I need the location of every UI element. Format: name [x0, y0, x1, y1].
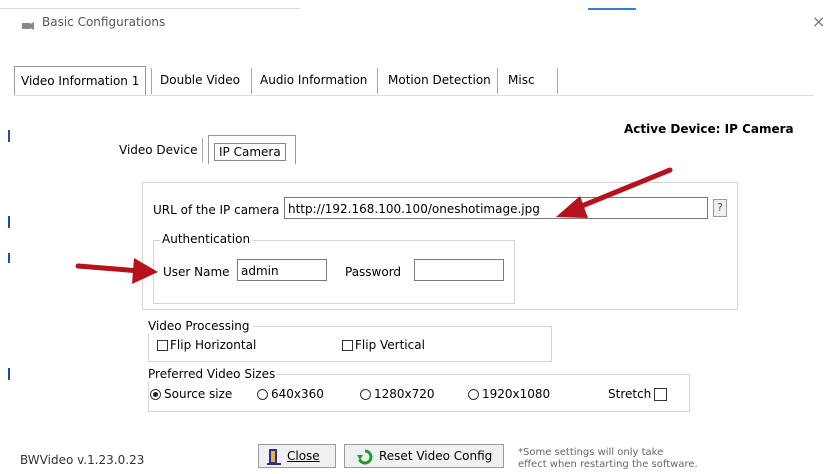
edge-marker: [8, 253, 10, 263]
subtab-video-device[interactable]: Video Device: [119, 143, 197, 157]
tab-motion-detection[interactable]: Motion Detection: [382, 66, 497, 94]
tab-separator: [557, 68, 558, 94]
video-sizes-legend: Preferred Video Sizes: [148, 367, 278, 381]
tab-separator: [151, 68, 152, 94]
640x360-label: 640x360: [271, 387, 324, 401]
source-size-radio[interactable]: [150, 389, 161, 400]
640x360-radio[interactable]: [257, 389, 268, 400]
door-icon: [267, 448, 281, 468]
authentication-legend: Authentication: [160, 232, 253, 246]
reset-button-label: Reset Video Config: [379, 449, 493, 463]
stretch-checkbox[interactable]: [654, 388, 667, 401]
flip-vertical-label: Flip Vertical: [355, 338, 425, 352]
edge-marker: [8, 216, 10, 228]
window-title: Basic Configurations: [42, 15, 166, 29]
help-button[interactable]: ?: [713, 199, 727, 217]
flip-vertical-checkbox[interactable]: [342, 340, 353, 351]
edge-marker: [8, 368, 10, 380]
annotation-arrow-username: [75, 258, 158, 284]
tab-separator: [251, 68, 252, 94]
tab-separator: [377, 68, 378, 94]
password-input[interactable]: [414, 259, 504, 281]
version-label: BWVideo v.1.23.0.23: [20, 453, 145, 467]
active-device-label: Active Device: IP Camera: [624, 122, 794, 136]
refresh-icon: [357, 449, 373, 468]
reset-video-config-button[interactable]: Reset Video Config: [344, 444, 504, 468]
tab-double-video[interactable]: Double Video: [154, 66, 246, 94]
close-window-icon[interactable]: ×: [812, 12, 825, 31]
user-name-label: User Name: [163, 265, 230, 279]
close-button[interactable]: Close: [258, 444, 336, 468]
blue-accent: [588, 8, 636, 10]
1920x1080-label: 1920x1080: [482, 387, 551, 401]
password-label: Password: [345, 265, 402, 279]
user-name-input[interactable]: admin: [237, 259, 327, 281]
restart-note-line1: *Some settings will only take: [518, 447, 664, 458]
close-button-label: Close: [287, 449, 320, 463]
tab-audio-information[interactable]: Audio Information: [254, 66, 373, 94]
flip-horizontal-label: Flip Horizontal: [170, 338, 257, 352]
stretch-label: Stretch: [608, 387, 652, 401]
1280x720-label: 1280x720: [374, 387, 435, 401]
tab-video-information-1[interactable]: Video Information 1: [14, 66, 147, 95]
subtab-separator: [202, 138, 203, 162]
restart-note-line2: effect when restarting the software.: [518, 459, 698, 470]
annotation-arrow-url: [556, 167, 673, 218]
flip-horizontal-checkbox[interactable]: [157, 340, 168, 351]
app-icon: [22, 19, 34, 30]
1280x720-radio[interactable]: [360, 389, 371, 400]
1920x1080-radio[interactable]: [468, 389, 479, 400]
tab-separator: [497, 68, 498, 94]
url-label: URL of the IP camera: [153, 203, 280, 217]
subtab-ip-camera[interactable]: IP Camera: [214, 143, 286, 161]
edge-marker: [8, 130, 10, 142]
source-size-label: Source size: [164, 387, 233, 401]
top-border: [0, 8, 300, 9]
video-processing-legend: Video Processing: [148, 319, 252, 333]
restart-note: *Some settings will only take effect whe…: [518, 447, 698, 471]
tab-misc[interactable]: Misc: [502, 66, 541, 94]
